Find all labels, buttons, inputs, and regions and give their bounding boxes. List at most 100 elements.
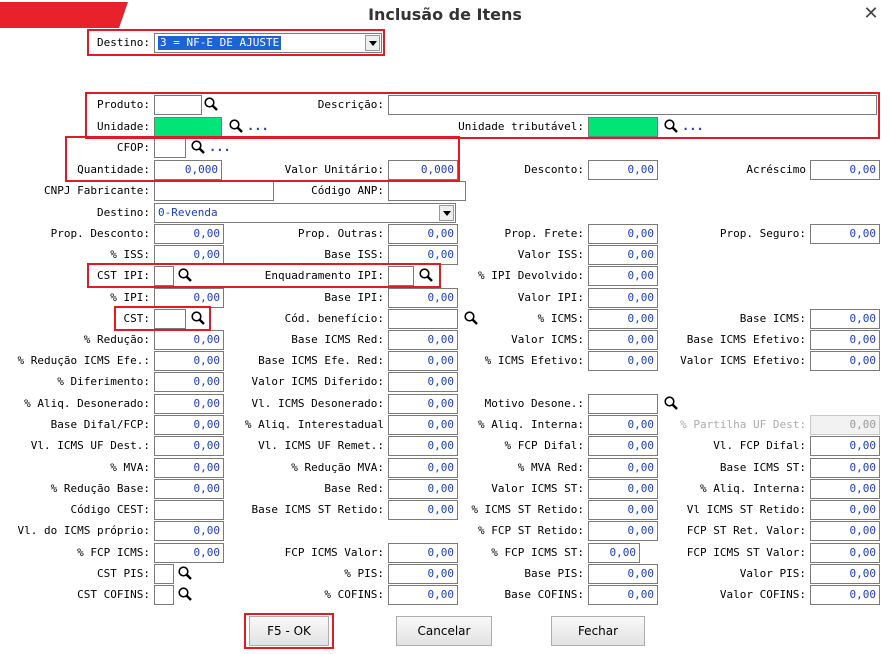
codigo-anp-input[interactable] [388,181,466,201]
pct-aliq-interestadual-input[interactable]: 0,00 [388,415,458,435]
acrescimo-input[interactable]: 0,00 [810,160,880,180]
pct-aliq-interna-label: % Aliq. Interna: [478,418,584,431]
prop-desconto-input[interactable]: 0,00 [154,224,224,244]
pct-fcp-icms-st-input[interactable]: 0,00 [588,543,640,563]
fcp-icms-valor-input[interactable]: 0,00 [388,543,458,563]
base-red-input[interactable]: 0,00 [388,479,458,499]
search-icon[interactable] [663,395,679,411]
pct-fcp-difal-input[interactable]: 0,00 [588,436,658,456]
fcp-icms-st-valor-input[interactable]: 0,00 [810,543,880,563]
pct-icms-label: % ICMS: [537,312,584,325]
motivo-desone-label: Motivo Desone.: [484,397,584,410]
prop-seguro-input[interactable]: 0,00 [810,224,880,244]
vl-icms-uf-remet-input[interactable]: 0,00 [388,436,458,456]
valor-icms-input[interactable]: 0,00 [588,330,658,350]
prop-desconto-label: Prop. Desconto: [50,227,150,240]
pct-reducao-input[interactable]: 0,00 [154,330,224,350]
valor-icms-efetivo-input[interactable]: 0,00 [810,351,880,371]
cod-beneficio-input[interactable] [388,309,458,329]
pct-icms-efetivo-input[interactable]: 0,00 [588,351,658,371]
base-icms-efetivo-label: Base ICMS Efetivo: [686,333,806,346]
pct-ipi-devolvido-input[interactable]: 0,00 [588,266,658,286]
cancel-button[interactable]: Cancelar [396,616,492,646]
base-difal-fcp-input[interactable]: 0,00 [154,415,224,435]
valor-iss-input[interactable]: 0,00 [588,245,658,265]
prop-outras-input[interactable]: 0,00 [388,224,458,244]
codigo-cest-input[interactable] [154,500,224,520]
pct-diferimento-input[interactable]: 0,00 [154,372,224,392]
chevron-down-icon[interactable] [439,205,454,221]
pct-mva-red-input[interactable]: 0,00 [588,458,658,478]
cnpj-fabricante-input[interactable] [154,181,274,201]
base-pis-input[interactable]: 0,00 [588,564,658,584]
base-icms-st-input[interactable]: 0,00 [810,458,880,478]
pct-mva-input[interactable]: 0,00 [154,458,224,478]
valor-icms-efetivo-label: Valor ICMS Efetivo: [680,354,806,367]
pct-cofins-input[interactable]: 0,00 [388,585,458,605]
pct-red-icms-efe-label: % Redução ICMS Efe.: [17,354,150,367]
pct-mva-red-label: % MVA Red: [517,461,584,474]
base-icms-input[interactable]: 0,00 [810,309,880,329]
search-icon[interactable] [177,586,193,602]
fcp-st-ret-valor-label: FCP ST Ret. Valor: [686,524,806,537]
valor-icms-st-input[interactable]: 0,00 [588,479,658,499]
cst-pis-input[interactable] [154,564,174,584]
motivo-desone-input[interactable] [588,394,658,414]
pct-icms-input[interactable]: 0,00 [588,309,658,329]
vl-fcp-difal-input[interactable]: 0,00 [810,436,880,456]
pct-aliq-interna-input[interactable]: 0,00 [588,415,658,435]
valor-icms-diferido-input[interactable]: 0,00 [388,372,458,392]
vl-fcp-difal-label: Vl. FCP Difal: [713,439,806,452]
pct-aliq-interna2-input[interactable]: 0,00 [810,479,880,499]
desconto-input[interactable]: 0,00 [588,160,658,180]
pct-ipi-devolvido-label: % IPI Devolvido: [478,269,584,282]
base-icms-red-input[interactable]: 0,00 [388,330,458,350]
pct-aliq-desonerado-input[interactable]: 0,00 [154,394,224,414]
vl-icms-uf-dest-input[interactable]: 0,00 [154,436,224,456]
pct-pis-input[interactable]: 0,00 [388,564,458,584]
valor-ipi-input[interactable]: 0,00 [588,288,658,308]
pct-icms-st-retido-input[interactable]: 0,00 [588,500,658,520]
vl-icms-proprio-input[interactable]: 0,00 [154,521,224,541]
base-icms-efe-red-input[interactable]: 0,00 [388,351,458,371]
pct-aliq-desonerado-label: % Aliq. Desonerado: [24,397,150,410]
destino-finalidade-value: 0-Revenda [158,206,218,219]
acrescimo-label: Acréscimo [746,163,806,176]
pct-red-icms-efe-input[interactable]: 0,00 [154,351,224,371]
search-icon[interactable] [463,310,479,326]
valor-cofins-input[interactable]: 0,00 [810,585,880,605]
prop-frete-input[interactable]: 0,00 [588,224,658,244]
prop-outras-label: Prop. Outras: [297,227,384,240]
pct-fcp-st-retido-label: % FCP ST Retido: [478,524,584,537]
vl-icms-proprio-label: Vl. do ICMS próprio: [17,524,150,537]
fcp-icms-valor-label: FCP ICMS Valor: [284,546,384,559]
vl-icms-desonerado-input[interactable]: 0,00 [388,394,458,414]
base-icms-efetivo-input[interactable]: 0,00 [810,330,880,350]
base-icms-st-retido-input[interactable]: 0,00 [388,500,458,520]
pct-fcp-icms-input[interactable]: 0,00 [154,543,224,563]
codigo-cest-label: Código CEST: [70,503,150,516]
close-button[interactable]: Fechar [551,616,645,646]
valor-pis-input[interactable]: 0,00 [810,564,880,584]
pct-iss-input[interactable]: 0,00 [154,245,224,265]
base-iss-label: Base ISS: [324,248,384,261]
pct-fcp-st-retido-input[interactable]: 0,00 [588,521,658,541]
base-iss-input[interactable]: 0,00 [388,245,458,265]
vl-icms-st-retido-input[interactable]: 0,00 [810,500,880,520]
pct-fcp-icms-label: % FCP ICMS: [77,546,150,559]
fcp-st-ret-valor-input[interactable]: 0,00 [810,521,880,541]
pct-reducao-mva-input[interactable]: 0,00 [388,458,458,478]
vl-icms-st-retido-label: Vl ICMS ST Retido: [686,503,806,516]
pct-cofins-label: % COFINS: [324,588,384,601]
close-icon[interactable]: ✕ [860,4,882,26]
valor-cofins-label: Valor COFINS: [719,588,806,601]
base-cofins-input[interactable]: 0,00 [588,585,658,605]
search-icon[interactable] [177,565,193,581]
base-ipi-input[interactable]: 0,00 [388,288,458,308]
pct-diferimento-label: % Diferimento: [57,375,150,388]
base-icms-st-retido-label: Base ICMS ST Retido: [251,503,384,516]
pct-ipi-input[interactable]: 0,00 [154,288,224,308]
cst-cofins-input[interactable] [154,585,174,605]
destino-finalidade-select[interactable]: 0-Revenda [154,203,456,223]
pct-reducao-base-input[interactable]: 0,00 [154,479,224,499]
